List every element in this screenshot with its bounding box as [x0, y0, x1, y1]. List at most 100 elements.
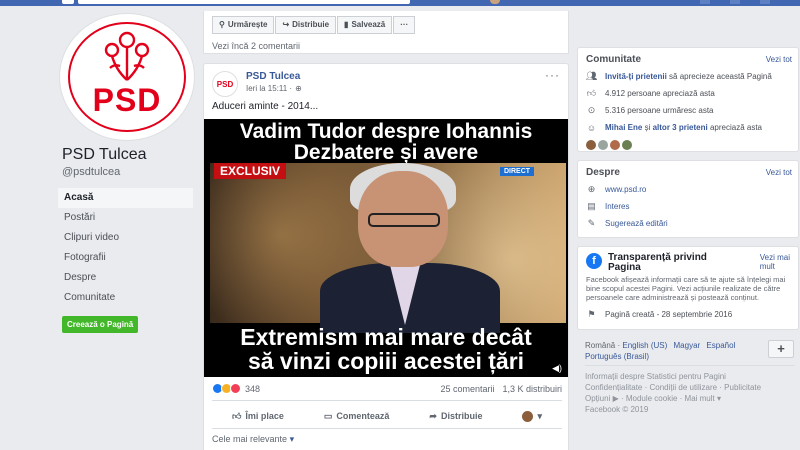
community-title: Comunitate [586, 54, 641, 65]
page-nav: Acasă Postări Clipuri video Fotografii D… [58, 188, 198, 308]
friends-icon: ☺ [586, 122, 597, 133]
user-avatar[interactable] [490, 0, 500, 4]
post-menu-button[interactable]: ··· [545, 68, 560, 82]
thumb-icon: 👍︎ [586, 88, 597, 98]
community-header: Comunitate Vezi tot [578, 48, 798, 68]
create-page-button[interactable]: Creează o Pagină [62, 316, 139, 333]
like-button[interactable]: 👍︎ Îmi place [232, 411, 284, 422]
post-header: PSD PSD Tulcea Ieri la 15:11 · ⊕ [212, 71, 302, 97]
footer-options-links[interactable]: Opțiuni ▶ · Module cookie · Mai mult ▾ [585, 393, 800, 404]
category-icon: ▤ [587, 201, 596, 211]
post-video[interactable]: Vadim Tudor despre Iohannis Dezbatere și… [204, 119, 568, 377]
save-label: Salvează [351, 20, 386, 29]
friend-avatar[interactable] [610, 139, 620, 150]
page-action-row: ⚲ Urmărește ↪ Distribuie ▮ Salvează ··· [212, 16, 416, 34]
friend-avatar[interactable] [622, 139, 632, 150]
category-link[interactable]: Interes [605, 202, 629, 211]
about-header: Despre Vezi tot [578, 161, 798, 181]
notifications-icon[interactable] [760, 0, 770, 4]
post-divider-bottom [212, 428, 562, 429]
community-friends-row: ☺ Mihai Ene și altor 3 prieteni apreciaz… [578, 119, 798, 136]
website-icon: ⊕ [587, 184, 596, 194]
language-link-espanol[interactable]: Español [706, 341, 735, 350]
reaction-count[interactable]: 348 [245, 384, 260, 394]
share-label: Distribuie [440, 411, 483, 421]
comment-count[interactable]: 25 comentarii [440, 384, 494, 394]
page-name[interactable]: PSD Tulcea [62, 146, 198, 164]
post-author[interactable]: PSD Tulcea [246, 71, 302, 82]
current-language: Română [585, 341, 616, 350]
comment-sort-selector[interactable]: Cele mai relevante ▾ [212, 434, 294, 445]
nav-item-photos[interactable]: Fotografii [58, 248, 193, 268]
invite-friends-link[interactable]: Invită-ți prietenii [605, 72, 667, 81]
transparency-title-line2: Pagina [608, 262, 641, 273]
language-link-portugues[interactable]: Português (Brasil) [585, 352, 649, 361]
see-more-line2: mult [759, 262, 775, 271]
follow-button[interactable]: ⚲ Urmărește [212, 16, 275, 34]
post-timestamp[interactable]: Ieri la 15:11 · [246, 84, 292, 93]
edit-icon: ✎ [587, 218, 596, 228]
love-reaction-icon[interactable] [230, 383, 241, 394]
facebook-logo-icon[interactable] [62, 0, 74, 4]
share-button[interactable]: ➦ Distribuie [429, 411, 482, 422]
about-see-all-link[interactable]: Vezi tot [766, 168, 792, 177]
exclusive-badge: EXCLUSIV [214, 163, 287, 179]
about-suggest-row: ✎ Sugerează editări [578, 215, 798, 232]
share-count[interactable]: 1,3 K distribuiri [502, 384, 562, 394]
friends-and-text: și [644, 123, 651, 132]
video-person-glasses [368, 213, 440, 227]
comment-sort-label: Cele mai relevante [212, 434, 288, 444]
community-see-all-link[interactable]: Vezi tot [766, 55, 792, 64]
page-handle[interactable]: @psdtulcea [62, 166, 198, 178]
video-caption-line2: să vinzi copiii acestei țări [247, 348, 525, 374]
chevron-down-icon: ▾ [289, 434, 295, 444]
previous-post-card: ⚲ Urmărește ↪ Distribuie ▮ Salvează ··· … [203, 11, 569, 54]
identity-avatar [522, 410, 534, 422]
suggest-edits-link[interactable]: Sugerează editări [605, 219, 668, 228]
page-profile-picture[interactable]: PSD [60, 14, 194, 140]
nav-item-about[interactable]: Despre [58, 268, 193, 288]
post-divider-top [212, 400, 562, 401]
see-more-line1: Vezi mai [759, 253, 790, 262]
language-link-magyar[interactable]: Magyar [674, 341, 701, 350]
logo-text: PSD [92, 82, 162, 118]
about-title: Despre [586, 167, 620, 178]
friend-name-link[interactable]: Mihai Ene [605, 123, 642, 132]
reaction-identity-selector[interactable]: ▾ [522, 410, 542, 422]
friend-requests-icon[interactable] [700, 0, 710, 4]
transparency-description: Facebook afișează informații care să te … [586, 275, 786, 302]
nav-item-posts[interactable]: Postări [58, 208, 193, 228]
friend-avatar[interactable] [598, 139, 608, 150]
nav-item-community[interactable]: Comunitate [58, 288, 193, 308]
friend-avatars-row [578, 136, 798, 153]
footer-policy-links[interactable]: Confidențialitate · Condiții de utilizar… [585, 382, 800, 393]
more-comments-link[interactable]: Vezi încă 2 comentarii [212, 41, 300, 51]
left-column: PSD PSD Tulcea @psdtulcea Acasă Postări … [58, 14, 198, 333]
share-page-button[interactable]: ↪ Distribuie [275, 16, 337, 34]
search-input[interactable] [78, 0, 410, 4]
sound-icon[interactable]: ◀) [552, 363, 562, 374]
friend-avatar[interactable] [586, 139, 596, 150]
language-link-english[interactable]: English (US) [622, 341, 667, 350]
comment-label: Comentează [336, 411, 390, 421]
messages-icon[interactable] [730, 0, 740, 4]
nav-item-home[interactable]: Acasă [58, 188, 193, 208]
post-text: Aduceri aminte - 2014... [212, 101, 319, 112]
more-actions-button[interactable]: ··· [393, 16, 416, 34]
reactions-row: 348 25 comentarii 1,3 K distribuiri [212, 383, 562, 394]
transparency-see-more-link[interactable]: Vezi mai mult [760, 253, 790, 271]
add-language-button[interactable]: + [768, 340, 794, 358]
other-friends-link[interactable]: altor 3 prieteni [653, 123, 708, 132]
save-button[interactable]: ▮ Salvează [337, 16, 393, 34]
nav-item-videos[interactable]: Clipuri video [58, 228, 193, 248]
roses-logo-icon [104, 31, 150, 81]
footer-statistics-link[interactable]: Informații despre Statistici pentru Pagi… [585, 371, 800, 382]
share-page-label: Distribuie [292, 20, 330, 29]
language-selector: Română · English (US) Magyar Español Por… [585, 341, 736, 361]
direct-badge: DIRECT [500, 167, 535, 176]
follow-label: Urmărește [227, 20, 268, 29]
about-category-row: ▤ Interes [578, 198, 798, 215]
comment-button[interactable]: ▭ Comentează [324, 411, 390, 422]
website-link[interactable]: www.psd.ro [605, 185, 646, 194]
post-author-avatar[interactable]: PSD [212, 71, 238, 97]
